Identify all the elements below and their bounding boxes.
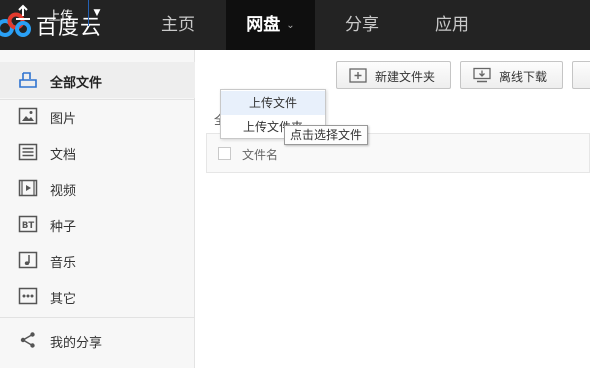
sidebar-item-label: 图片 <box>50 112 77 127</box>
sidebar-item-my-shares[interactable]: 我的分享 <box>0 322 195 358</box>
sidebar-item-music[interactable]: 音乐 <box>0 242 195 278</box>
sidebar-item-documents[interactable]: 文档 <box>0 134 195 170</box>
offline-download-button[interactable]: 离线下载 <box>460 61 563 89</box>
sidebar-item-other[interactable]: 其它 <box>0 278 195 314</box>
offline-download-label: 离线下载 <box>499 70 548 84</box>
nav-home[interactable]: 主页 <box>140 0 216 50</box>
video-icon <box>18 179 38 197</box>
document-icon <box>18 143 38 161</box>
sidebar-item-label: 全部文件 <box>50 76 103 91</box>
svg-text:BT: BT <box>22 221 34 231</box>
nav-netdisk[interactable]: 网盘 ⌄ <box>226 0 315 50</box>
new-folder-icon <box>349 68 367 83</box>
tooltip: 点击选择文件 <box>284 125 369 145</box>
sidebar-item-label: 我的分享 <box>50 336 103 351</box>
sidebar-item-torrents[interactable]: BT 种子 <box>0 206 195 242</box>
sidebar-item-all-files[interactable]: 全部文件 <box>0 62 195 98</box>
menu-upload-file[interactable]: 上传文件 <box>221 91 325 115</box>
other-icon <box>18 287 38 305</box>
sidebar-item-images[interactable]: 图片 <box>0 98 195 134</box>
select-all-checkbox[interactable] <box>218 147 231 160</box>
nav-apps[interactable]: 应用 <box>414 0 490 50</box>
sidebar-divider <box>0 317 195 318</box>
sidebar-item-label: 文档 <box>50 148 77 163</box>
upload-button[interactable]: 上传 ▼ <box>0 0 107 28</box>
sidebar-item-label: 其它 <box>50 292 77 307</box>
new-folder-label: 新建文件夹 <box>375 70 436 84</box>
upload-button-main[interactable]: 上传 <box>0 0 88 26</box>
sidebar-item-label: 音乐 <box>50 256 77 271</box>
upload-dropdown-caret-icon[interactable]: ▼ <box>89 0 105 26</box>
sidebar: 全部文件 图片 文档 视频 BT 种子 音乐 其它 我的分享 <box>0 50 195 368</box>
nav-apps-label: 应用 <box>435 15 469 35</box>
upload-icon <box>16 4 30 20</box>
more-toolbar-button[interactable] <box>572 61 590 89</box>
new-folder-button[interactable]: 新建文件夹 <box>336 61 451 89</box>
share-icon <box>20 332 35 348</box>
column-header-filename[interactable]: 文件名 <box>242 146 278 163</box>
music-icon <box>18 251 38 269</box>
all-files-icon <box>19 72 37 88</box>
chevron-down-icon: ⌄ <box>286 20 295 31</box>
sidebar-item-label: 种子 <box>50 220 77 235</box>
sidebar-item-label: 视频 <box>50 184 77 199</box>
bt-torrent-icon: BT <box>18 215 38 233</box>
image-icon <box>18 107 38 125</box>
sidebar-item-videos[interactable]: 视频 <box>0 170 195 206</box>
nav-share[interactable]: 分享 <box>326 0 398 50</box>
file-list-header: 文件名 <box>206 133 590 173</box>
nav-share-label: 分享 <box>345 15 379 35</box>
offline-download-icon <box>473 67 491 83</box>
nav-netdisk-label: 网盘 <box>246 15 281 35</box>
nav-home-label: 主页 <box>161 15 195 35</box>
upload-label: 上传 <box>48 8 74 23</box>
